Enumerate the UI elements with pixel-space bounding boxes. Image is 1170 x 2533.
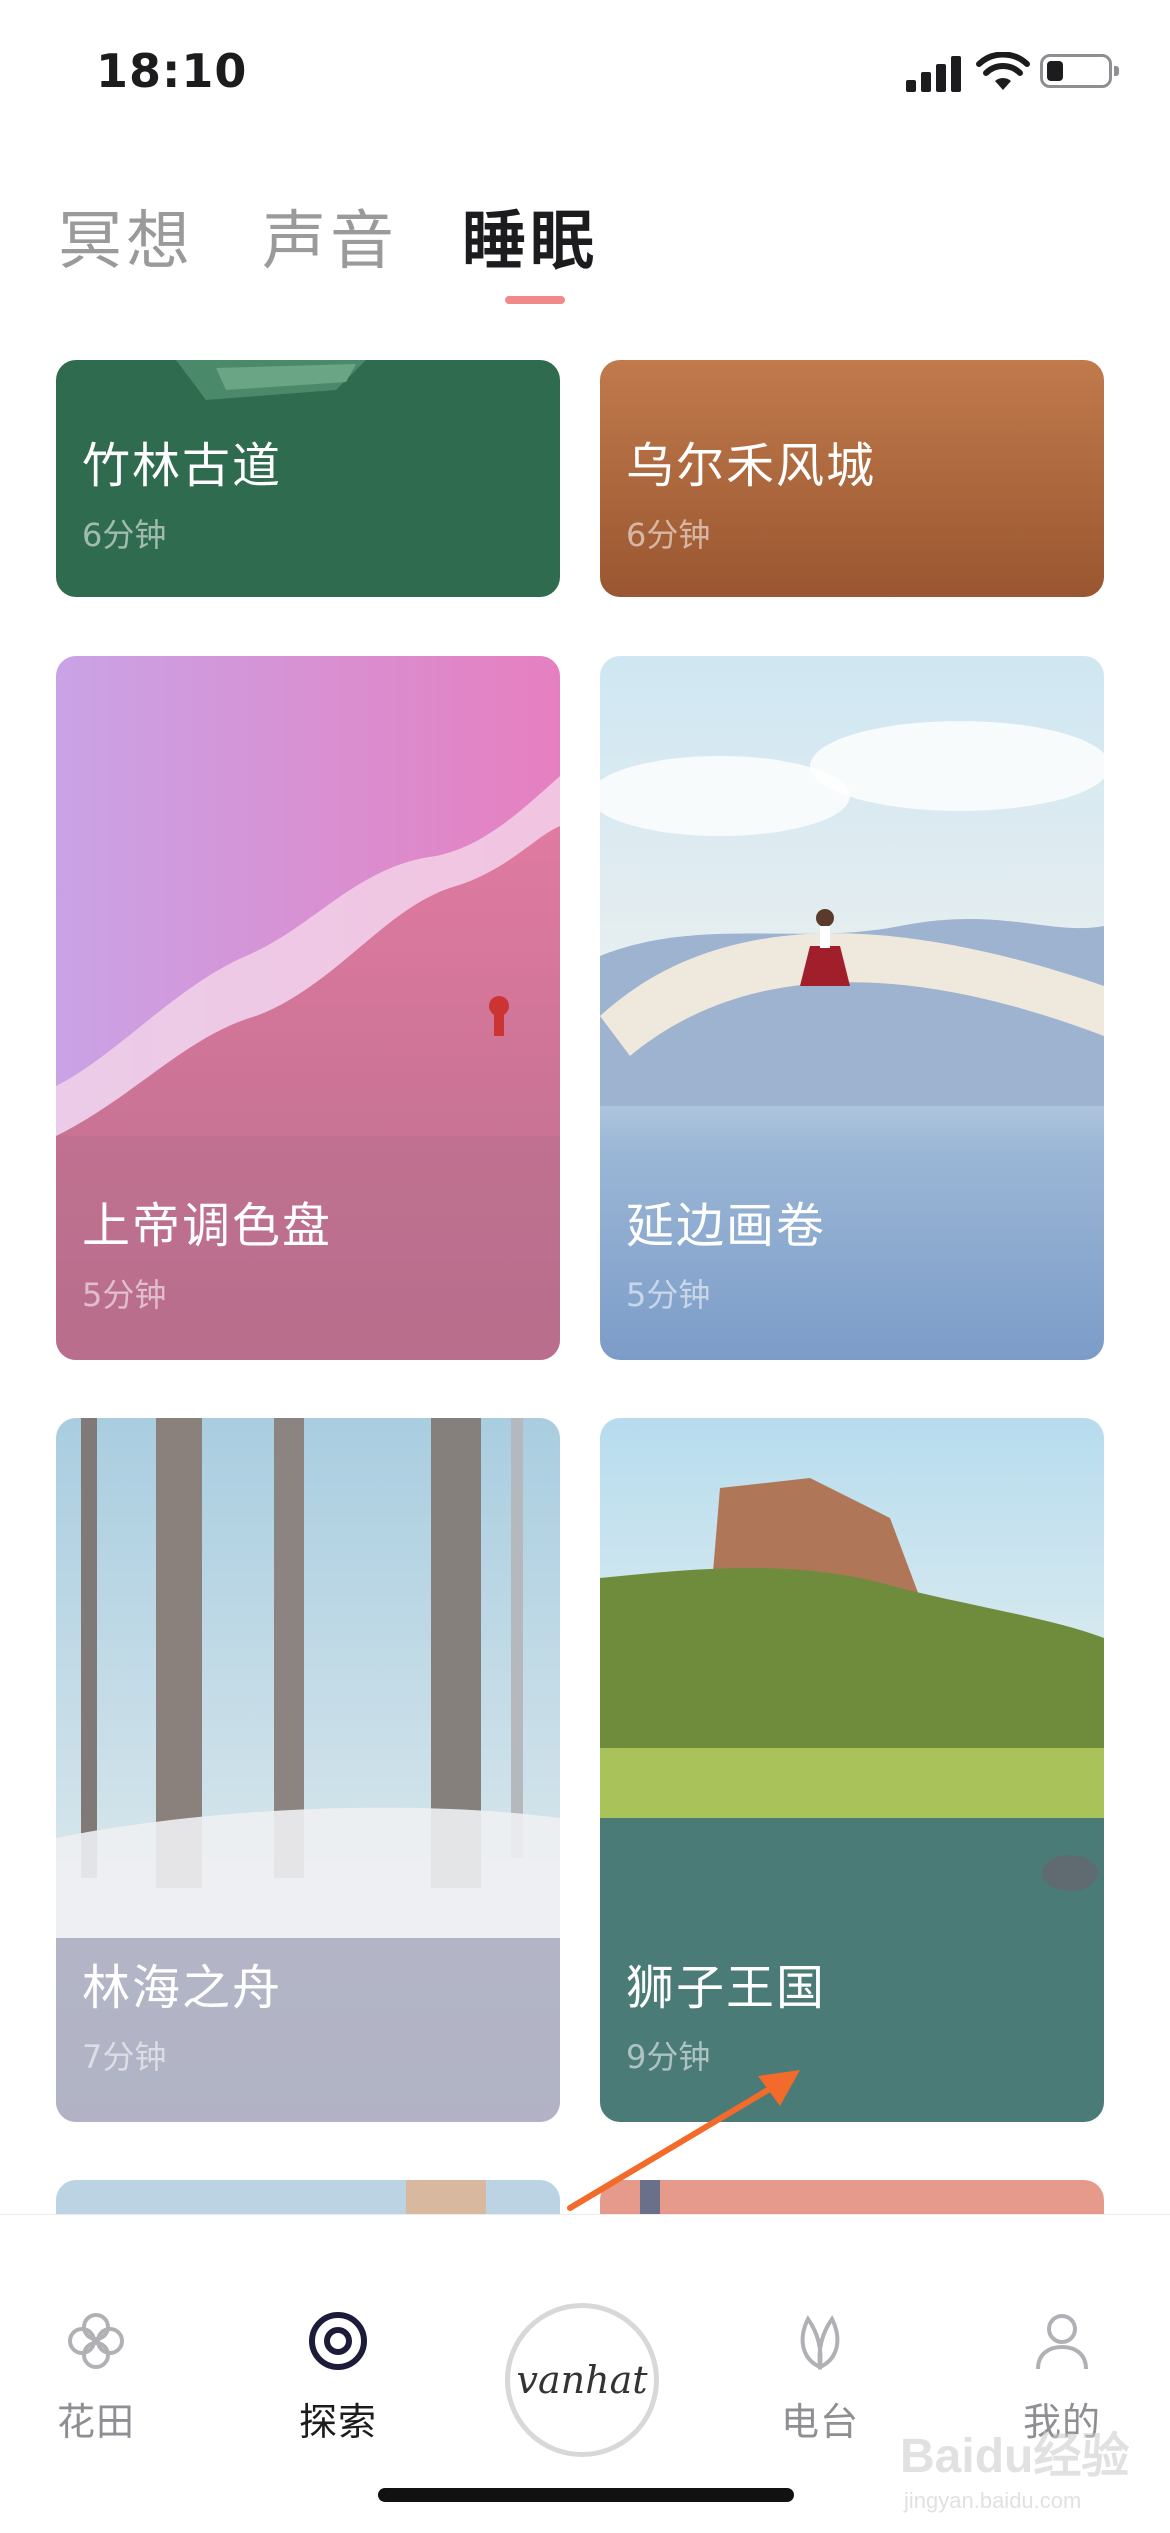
tab-sleep[interactable]: 睡眠	[462, 190, 598, 282]
card-title: 林海之舟	[82, 1960, 283, 2016]
card-duration: 5分钟	[82, 1276, 167, 1314]
nav-label: 花田	[56, 2400, 135, 2444]
card-duration: 6分钟	[626, 516, 711, 554]
svg-text:Baidu经验: Baidu经验	[900, 2430, 1129, 2483]
nav-label: 探索	[298, 2400, 377, 2444]
nav-item-explore[interactable]: 探索	[258, 2215, 418, 2444]
nav-label: 电台	[780, 2400, 859, 2444]
active-tab-indicator	[505, 296, 565, 304]
card-duration: 7分钟	[82, 2038, 167, 2076]
cellular-signal-icon	[906, 54, 962, 92]
flower-icon	[68, 2313, 124, 2369]
card-title: 竹林古道	[82, 438, 283, 494]
nav-item-flower-field[interactable]: 花田	[16, 2215, 176, 2444]
battery-icon	[1040, 54, 1119, 88]
person-icon	[1036, 2314, 1088, 2370]
wifi-icon	[976, 52, 1030, 90]
tab-sounds[interactable]: 声音	[262, 190, 398, 282]
card-title: 延边画卷	[626, 1198, 827, 1254]
sleep-card[interactable]: 上帝调色盘 5分钟	[56, 656, 560, 1360]
vanhat-logo-text: vanhat	[516, 2358, 648, 2402]
category-tabs: 冥想 声音 睡眠	[58, 190, 858, 310]
target-icon	[309, 2312, 367, 2370]
annotation-arrow-icon	[567, 2070, 800, 2211]
sleep-card[interactable]: 狮子王国 9分钟	[600, 1418, 1104, 2122]
card-title: 狮子王国	[626, 1960, 827, 2016]
sleep-card[interactable]: 乌尔禾风城 6分钟	[600, 360, 1104, 597]
card-duration: 6分钟	[82, 516, 167, 554]
status-time: 18:10	[96, 44, 248, 98]
sleep-card[interactable]: 竹林古道 6分钟	[56, 360, 560, 597]
nav-item-radio[interactable]: 电台	[740, 2215, 900, 2444]
tab-meditation[interactable]: 冥想	[58, 190, 194, 282]
vanhat-center-button[interactable]: vanhat	[505, 2303, 659, 2457]
svg-text:jingyan.baidu.com: jingyan.baidu.com	[903, 2488, 1081, 2513]
nav-item-profile[interactable]: 我的	[982, 2215, 1142, 2444]
card-duration: 5分钟	[626, 1276, 711, 1314]
card-title: 上帝调色盘	[82, 1198, 333, 1254]
sleep-card[interactable]: 林海之舟 7分钟	[56, 1418, 560, 2122]
home-indicator	[378, 2488, 794, 2502]
status-bar: 18:10	[0, 0, 1170, 140]
baidu-watermark-logo: Baidu经验 jingyan.baidu.com	[900, 2430, 1129, 2513]
leaf-icon	[800, 2315, 840, 2370]
card-title: 乌尔禾风城	[626, 438, 877, 494]
sleep-card-grid: 竹林古道 6分钟 乌尔禾风城 6分钟 上帝调色盘 5分钟 延边画卷 5分钟 林海…	[0, 360, 1170, 2260]
sleep-card[interactable]: 延边画卷 5分钟	[600, 656, 1104, 1360]
